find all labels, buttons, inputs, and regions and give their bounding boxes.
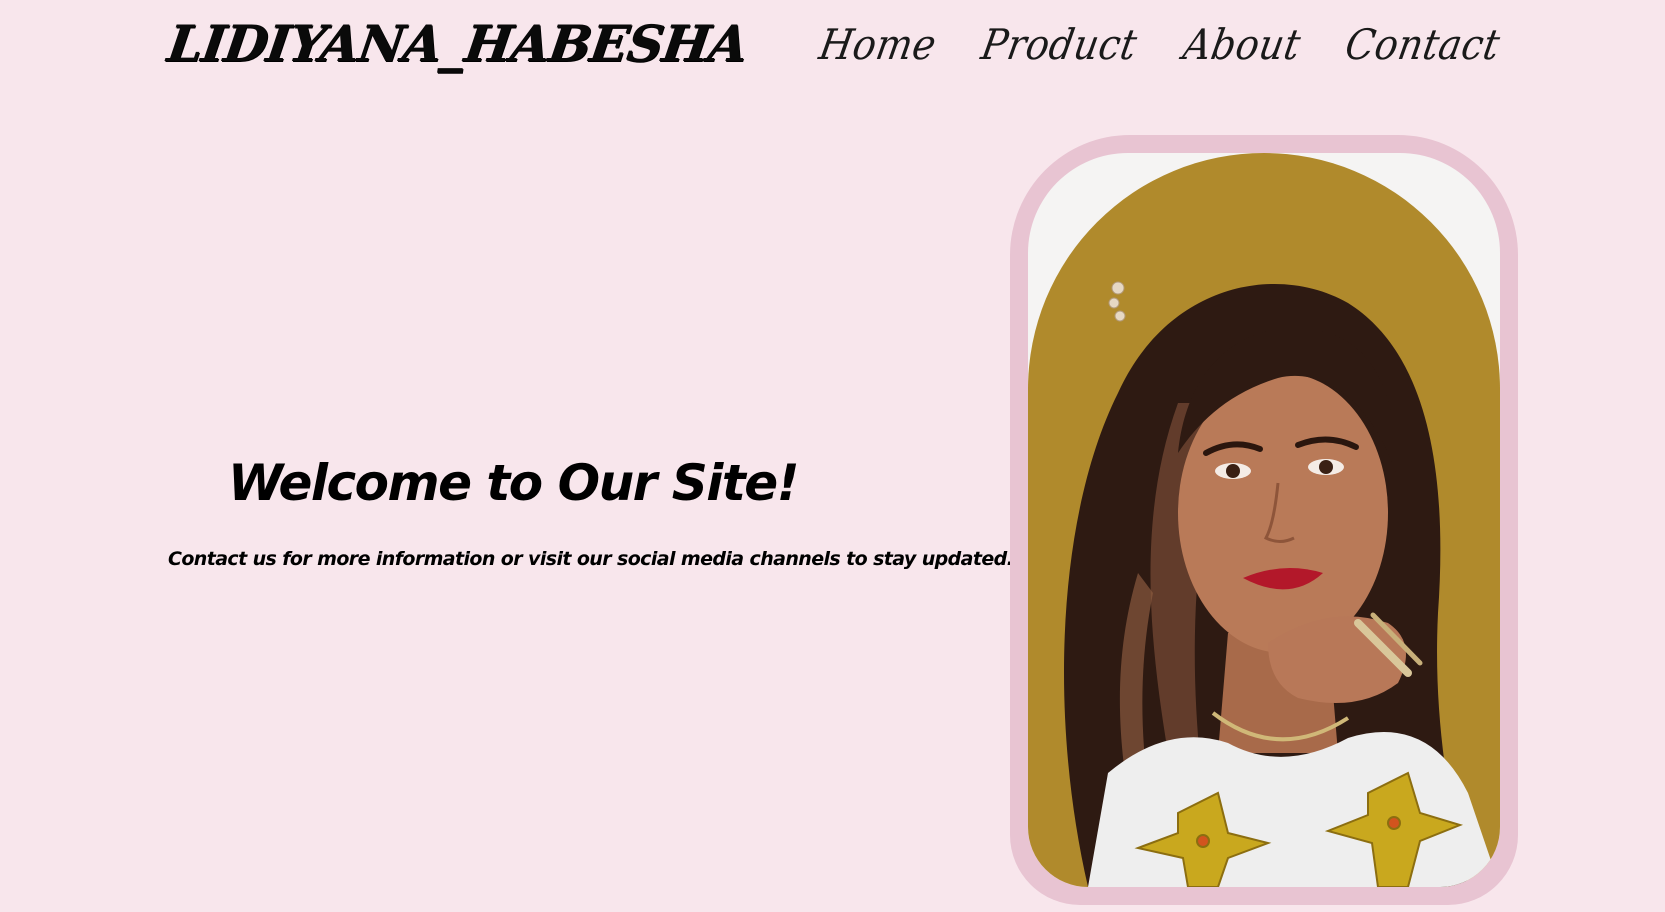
portrait-frame — [1010, 135, 1518, 905]
nav-product-link[interactable]: Product — [978, 20, 1141, 69]
portrait-photo — [1028, 153, 1500, 887]
portrait-card — [1028, 153, 1500, 887]
brand-logo[interactable]: LIDIYANA_HABESHA — [164, 12, 752, 76]
hero-title: Welcome to Our Site! — [228, 454, 800, 512]
hero-subtitle: Contact us for more information or visit… — [168, 548, 1014, 570]
main-nav: Home Product About Contact — [816, 14, 1505, 74]
nav-contact-link[interactable]: Contact — [1342, 20, 1504, 69]
nav-about-link[interactable]: About — [1179, 20, 1304, 69]
nav-home-link[interactable]: Home — [816, 20, 941, 69]
